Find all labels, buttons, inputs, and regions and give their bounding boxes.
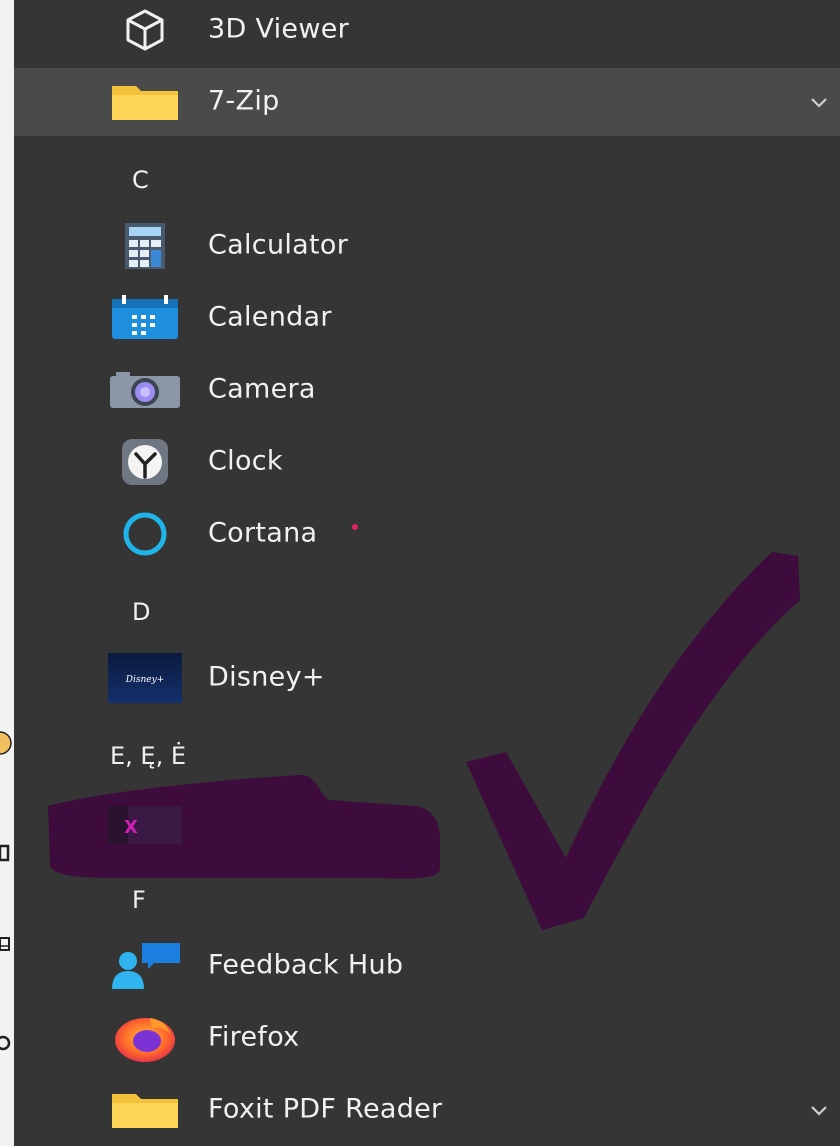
app-item-calculator[interactable]: Calculator [14, 212, 840, 280]
new-app-badge [352, 524, 358, 530]
app-list-panel: 3D Viewer 7-Zip C Calculator Calendar Ca… [14, 0, 840, 1146]
disney-logo-text: Disney+ [125, 675, 164, 685]
app-item-disney-plus[interactable]: Disney+ Disney+ [14, 644, 840, 712]
app-folder-7-zip[interactable]: 7-Zip [14, 68, 840, 136]
pictures-icon[interactable] [0, 932, 12, 958]
section-header-e[interactable]: E, Ę, Ė [110, 736, 186, 776]
app-label: Firefox [208, 1021, 300, 1053]
app-item-cortana[interactable]: Cortana [14, 500, 840, 568]
app-label: Feedback Hub [208, 949, 404, 981]
app-label: Calculator [208, 229, 349, 261]
section-header-c[interactable]: C [132, 160, 149, 200]
calendar-icon [108, 293, 182, 343]
user-avatar-icon[interactable] [0, 730, 12, 756]
app-item-clock[interactable]: Clock [14, 428, 840, 496]
app-item-camera[interactable]: Camera [14, 356, 840, 424]
app-label: Clock [208, 445, 283, 477]
app-item-excel[interactable]: Excel [14, 790, 840, 858]
disney-plus-icon: Disney+ [108, 653, 182, 703]
firefox-icon [108, 1013, 182, 1063]
left-sidebar-strip [0, 0, 14, 1146]
app-folder-foxit-pdf-reader[interactable]: Foxit PDF Reader [14, 1076, 840, 1144]
excel-icon [108, 799, 182, 849]
cube-icon [108, 5, 182, 55]
document-icon[interactable] [0, 840, 12, 866]
start-menu-screenshot: 3D Viewer 7-Zip C Calculator Calendar Ca… [0, 0, 840, 1146]
section-header-f[interactable]: F [132, 880, 146, 920]
app-label: 7-Zip [208, 85, 280, 117]
feedback-hub-icon [108, 941, 182, 991]
app-label: Cortana [208, 517, 318, 549]
app-label: Disney+ [208, 661, 325, 693]
app-label: Camera [208, 373, 316, 405]
chevron-down-icon[interactable] [808, 91, 830, 113]
camera-icon [108, 365, 182, 415]
app-item-3d-viewer[interactable]: 3D Viewer [14, 0, 840, 64]
app-item-calendar[interactable]: Calendar [14, 284, 840, 352]
calculator-icon [108, 221, 182, 271]
settings-icon[interactable] [0, 1030, 12, 1056]
chevron-down-icon[interactable] [808, 1099, 830, 1121]
cortana-icon [108, 509, 182, 559]
section-header-d[interactable]: D [132, 592, 150, 632]
app-label: Foxit PDF Reader [208, 1093, 443, 1125]
app-label: 3D Viewer [208, 13, 350, 45]
app-item-firefox[interactable]: Firefox [14, 1004, 840, 1072]
folder-icon [108, 1085, 182, 1135]
app-item-feedback-hub[interactable]: Feedback Hub [14, 932, 840, 1000]
app-label: Excel [208, 807, 282, 839]
clock-icon [108, 437, 182, 487]
folder-icon [108, 77, 182, 127]
app-label: Calendar [208, 301, 332, 333]
